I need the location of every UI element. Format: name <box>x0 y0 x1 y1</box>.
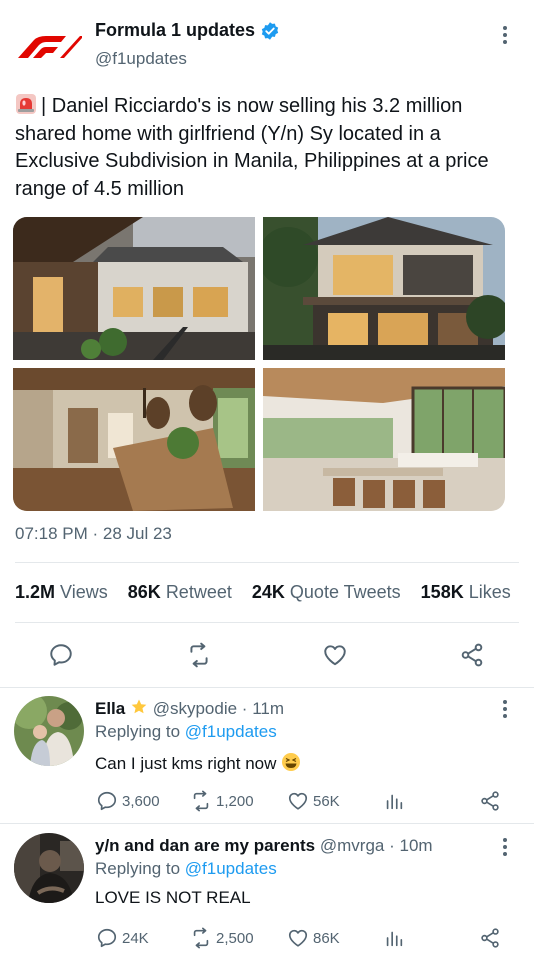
retweet-icon <box>190 642 208 668</box>
reply-text: LOVE IS NOT REAL <box>95 888 251 907</box>
reply-handle: @skypodie <box>152 699 238 718</box>
interior-living-dining-room-photo[interactable] <box>263 368 505 511</box>
interior-hallway-staircase-photo[interactable] <box>13 368 255 511</box>
house-exterior-balcony-photo[interactable] <box>13 217 255 360</box>
more-options-icon[interactable] <box>495 836 515 858</box>
reply-icon <box>97 791 117 811</box>
likes-count: 158K <box>420 582 464 602</box>
reply-count[interactable]: 3,600 <box>96 790 160 812</box>
retweets-count: 86K <box>127 582 161 602</box>
analytics-icon <box>386 794 403 810</box>
share-icon <box>461 643 483 667</box>
analytics-icon <box>386 931 403 947</box>
divider <box>0 687 534 688</box>
retweet-count[interactable]: 1,200 <box>190 790 254 812</box>
more-options-icon[interactable] <box>495 24 515 46</box>
heart-icon <box>288 792 308 810</box>
reply-text-content: Can I just kms right now <box>95 754 277 773</box>
replying-to: Replying to @f1updates <box>95 722 277 742</box>
retweet-count-value: 2,500 <box>216 929 254 947</box>
reply-author-name: y/n and dan are my parents <box>95 836 316 855</box>
reply-icon <box>97 928 117 948</box>
views-count: 1.2M <box>15 582 56 602</box>
quotes-stat[interactable]: 24K Quote Tweets <box>252 582 401 602</box>
replying-handle-link[interactable]: @f1updates <box>185 859 277 878</box>
author-name-text: Formula 1 updates <box>95 20 256 40</box>
divider <box>15 622 519 623</box>
retweet-count[interactable]: 2,500 <box>190 927 254 949</box>
reply-author[interactable]: Ella @skypodie · 11m <box>95 698 284 719</box>
verified-badge-icon <box>261 21 279 40</box>
avatar[interactable] <box>14 696 84 766</box>
photo-grid[interactable] <box>13 217 505 511</box>
share-icon <box>481 928 499 948</box>
views-stat[interactable]: 1.2M Views <box>15 582 108 602</box>
divider <box>0 823 534 824</box>
retweet-count-value: 1,200 <box>216 792 254 810</box>
retweet-icon <box>193 790 209 812</box>
quotes-label: Quote Tweets <box>289 582 401 602</box>
like-count[interactable]: 86K <box>287 927 340 949</box>
analytics-button[interactable] <box>383 790 409 812</box>
replying-to: Replying to @f1updates <box>95 859 277 879</box>
views-label: Views <box>60 582 108 602</box>
like-button[interactable] <box>320 640 350 670</box>
f1-logo-icon <box>18 36 82 58</box>
star-emoji-icon <box>131 699 147 714</box>
replying-prefix: Replying to <box>95 859 181 878</box>
retweets-label: Retweet <box>165 582 232 602</box>
author-handle[interactable]: @f1updates <box>95 49 187 69</box>
retweets-stat[interactable]: 86K Retweet <box>128 582 232 602</box>
reply-button[interactable] <box>46 640 76 670</box>
share-button[interactable] <box>457 640 487 670</box>
replying-handle-link[interactable]: @f1updates <box>185 722 277 741</box>
reply-count[interactable]: 24K <box>96 927 149 949</box>
reply-count-value: 3,600 <box>122 792 160 810</box>
like-count-value: 86K <box>313 929 340 947</box>
reply-icon <box>50 644 72 666</box>
reply-author[interactable]: y/n and dan are my parents @mvrga · 10m <box>95 836 433 856</box>
avatar-image <box>14 833 84 903</box>
house-exterior-two-story-photo[interactable] <box>263 217 505 360</box>
reply-text: Can I just kms right now <box>95 752 301 774</box>
likes-label: Likes <box>468 582 511 602</box>
retweet-icon <box>193 927 209 949</box>
reply-time: 11m <box>252 699 284 718</box>
grinning-squinting-face-icon <box>282 753 301 771</box>
like-count[interactable]: 56K <box>287 790 340 812</box>
likes-stat[interactable]: 158K Likes <box>421 582 511 602</box>
tweet-timestamp[interactable]: 07:18 PM · 28 Jul 23 <box>15 524 172 544</box>
police-light-icon <box>16 94 36 114</box>
heart-icon <box>324 645 346 666</box>
reply-author-name: Ella <box>95 699 126 718</box>
share-icon <box>481 791 499 811</box>
like-count-value: 56K <box>313 792 340 810</box>
retweet-button[interactable] <box>184 640 214 670</box>
avatar-image <box>14 696 84 766</box>
reply-dot: · <box>237 699 253 718</box>
reply-time: 10m <box>399 836 433 855</box>
author-name[interactable]: Formula 1 updates <box>95 20 280 41</box>
reply-dot: · <box>384 836 400 855</box>
tweet-body: | Daniel Ricciardo's is now selling his … <box>15 95 489 200</box>
divider <box>15 562 519 563</box>
tweet-text: | Daniel Ricciardo's is now selling his … <box>15 93 520 203</box>
share-button[interactable] <box>479 927 505 949</box>
reply-handle: @mvrga <box>319 836 385 855</box>
analytics-button[interactable] <box>383 927 409 949</box>
quotes-count: 24K <box>251 582 285 602</box>
avatar[interactable] <box>14 833 84 903</box>
replying-prefix: Replying to <box>95 722 181 741</box>
share-button[interactable] <box>479 790 505 812</box>
reply-count-value: 24K <box>122 929 149 947</box>
tweet-stats: 1.2M Views 86K Retweet 24K Quote Tweets … <box>15 582 511 603</box>
more-options-icon[interactable] <box>495 698 515 720</box>
heart-icon <box>288 929 308 947</box>
